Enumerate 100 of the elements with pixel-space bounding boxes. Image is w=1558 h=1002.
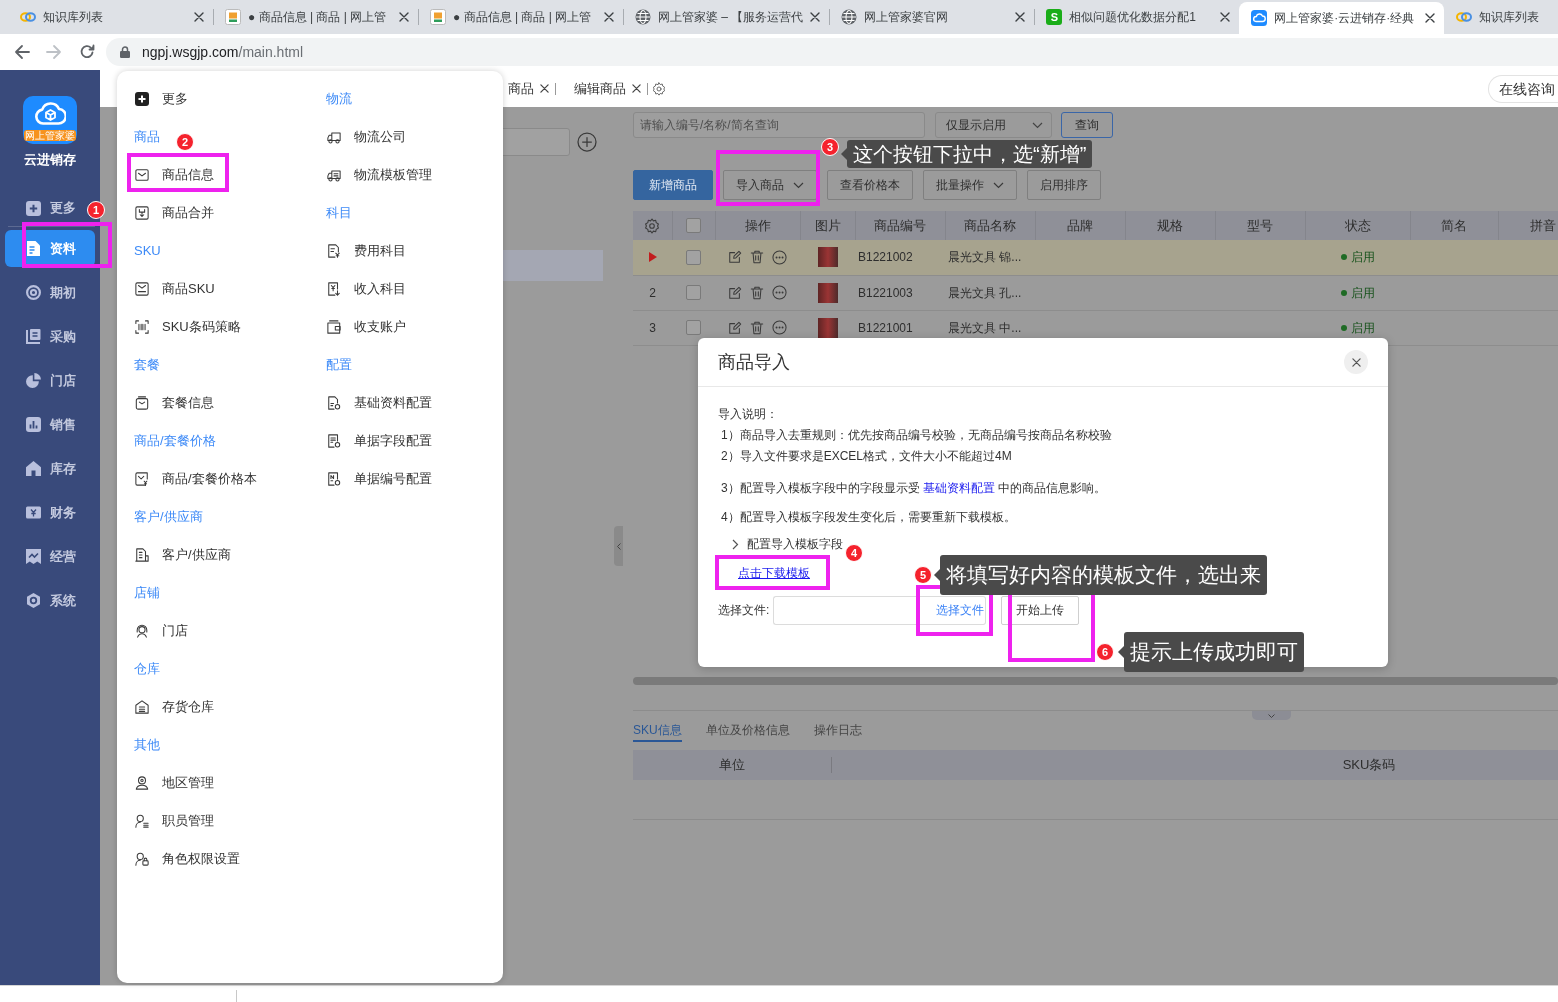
sidebar-item[interactable]: 销售 bbox=[5, 406, 95, 443]
menu-item[interactable]: 客户/供应商 bbox=[134, 543, 231, 567]
more-icon[interactable] bbox=[772, 285, 787, 300]
app-tab[interactable]: 编辑商品 bbox=[571, 78, 641, 99]
price-box-icon bbox=[135, 472, 149, 486]
expander-toggle[interactable]: 配置导入模板字段 bbox=[732, 534, 843, 555]
menu-item[interactable]: 收入科目 bbox=[326, 277, 406, 301]
sidebar-item[interactable]: 库存 bbox=[5, 450, 95, 487]
sidebar-item[interactable]: 期初 bbox=[5, 274, 95, 311]
close-icon[interactable] bbox=[194, 12, 204, 22]
menu-item[interactable]: 门店 bbox=[134, 619, 188, 643]
close-icon[interactable] bbox=[1015, 12, 1026, 22]
close-icon[interactable] bbox=[1220, 12, 1231, 22]
back-arrow-icon[interactable] bbox=[14, 44, 30, 60]
edit-icon[interactable] bbox=[728, 320, 742, 335]
browser-tab[interactable]: 网上管家婆 – 【服务运营代 bbox=[623, 0, 830, 34]
menu-item[interactable]: 商品合并 bbox=[134, 201, 214, 225]
toolbar-button[interactable]: 导入商品 bbox=[723, 170, 817, 200]
menu-item[interactable]: 物流模板管理 bbox=[326, 163, 432, 187]
browser-tab[interactable]: ● 商品信息 | 商品 | 网上管 bbox=[213, 0, 418, 34]
toolbar-button[interactable]: 启用排序 bbox=[1027, 170, 1101, 200]
close-icon[interactable] bbox=[604, 12, 614, 22]
person-list-icon bbox=[135, 814, 149, 828]
browser-tab[interactable]: 知识库列表 bbox=[1444, 0, 1558, 34]
sidebar-item[interactable]: 门店 bbox=[5, 362, 95, 399]
header-checkbox[interactable] bbox=[686, 218, 701, 233]
menu-item[interactable]: 更多 bbox=[134, 87, 188, 111]
more-icon[interactable] bbox=[772, 320, 787, 335]
online-help-button[interactable]: 在线咨询 bbox=[1488, 74, 1558, 103]
browser-tab[interactable]: 知识库列表 bbox=[8, 0, 213, 34]
menu-group-title: 其他 bbox=[134, 736, 160, 755]
query-button[interactable]: 查询 bbox=[1061, 112, 1113, 138]
menu-item[interactable]: 费用科目 bbox=[326, 239, 406, 263]
collapse-handle[interactable] bbox=[614, 526, 623, 566]
toolbar-button[interactable]: 查看价格本 bbox=[827, 170, 913, 200]
close-icon[interactable] bbox=[632, 84, 641, 93]
globe-icon bbox=[635, 9, 651, 25]
menu-item[interactable]: 商品/套餐价格本 bbox=[134, 467, 257, 491]
toolbar-button[interactable]: 批量操作 bbox=[923, 170, 1017, 200]
menu-item[interactable]: 套餐信息 bbox=[134, 391, 214, 415]
settings-icon[interactable] bbox=[652, 81, 666, 96]
sidebar-item[interactable]: 系统 bbox=[5, 582, 95, 619]
table-row[interactable]: B1221002 晨光文具 锦... 启用 bbox=[633, 240, 1558, 275]
settings-icon[interactable] bbox=[644, 217, 661, 234]
edit-icon[interactable] bbox=[728, 285, 742, 300]
menu-item[interactable]: 角色权限设置 bbox=[134, 847, 240, 871]
browser-tab[interactable]: 网上管家婆官网 bbox=[829, 0, 1035, 34]
cloud-cube-icon bbox=[34, 100, 66, 127]
menu-item[interactable]: 商品SKU bbox=[134, 277, 215, 301]
trash-icon[interactable] bbox=[750, 250, 764, 265]
close-icon[interactable] bbox=[540, 84, 549, 93]
sidebar-item[interactable]: 财务 bbox=[5, 494, 95, 531]
close-icon[interactable] bbox=[1425, 13, 1436, 23]
expand-handle[interactable] bbox=[1252, 711, 1291, 720]
edit-icon[interactable] bbox=[728, 250, 742, 265]
toolbar-button[interactable]: 新增商品 bbox=[633, 170, 713, 200]
table-row[interactable]: 2 B1221003 晨光文具 孔... 启用 bbox=[633, 275, 1558, 310]
upload-button[interactable]: 开始上传 bbox=[1001, 596, 1079, 625]
menu-item[interactable]: 单据编号配置 bbox=[326, 467, 432, 491]
menu-item[interactable]: 基础资料配置 bbox=[326, 391, 432, 415]
download-template-link[interactable]: 点击下载模板 bbox=[738, 563, 810, 584]
chevron-right-icon bbox=[732, 539, 739, 550]
close-button[interactable] bbox=[1344, 350, 1368, 374]
browser-tab[interactable]: 网上管家婆·云进销存·经典 bbox=[1239, 2, 1445, 34]
browser-tab[interactable]: ● 商品信息 | 商品 | 网上管 bbox=[418, 0, 623, 34]
menu-item[interactable]: 物流公司 bbox=[326, 125, 406, 149]
menu-item[interactable]: 存货仓库 bbox=[134, 695, 214, 719]
row-checkbox[interactable] bbox=[686, 320, 701, 335]
menu-item[interactable]: 商品信息 bbox=[134, 163, 214, 187]
filter-select[interactable]: 仅显示启用 bbox=[935, 112, 1052, 138]
status-text: 启用 bbox=[1350, 284, 1375, 302]
browser-tab[interactable]: S 相似问题优化数据分配1 bbox=[1034, 0, 1240, 34]
horizontal-scrollbar[interactable] bbox=[633, 677, 1558, 685]
favicon-letter: S bbox=[1046, 9, 1063, 25]
menu-item[interactable]: 收支账户 bbox=[326, 315, 406, 339]
sidebar-item[interactable]: 经营 bbox=[5, 538, 95, 575]
callout-tooltip: 这个按钮下拉中，选“新增” bbox=[841, 140, 1093, 168]
reload-icon[interactable] bbox=[79, 44, 95, 60]
search-field[interactable]: 请输入编号/名称/简名查询 bbox=[633, 112, 925, 138]
detail-tab[interactable]: 单位及价格信息 bbox=[705, 720, 790, 742]
config-link[interactable]: 基础资料配置 bbox=[923, 481, 995, 495]
trash-icon[interactable] bbox=[750, 285, 764, 300]
address-field[interactable]: ngpj.wsgjp.com/main.html bbox=[106, 38, 1558, 66]
sidebar-item[interactable]: 更多 bbox=[5, 196, 81, 220]
menu-group-title: 配置 bbox=[326, 356, 352, 375]
row-checkbox[interactable] bbox=[686, 285, 701, 300]
menu-item[interactable]: 地区管理 bbox=[134, 771, 214, 795]
row-checkbox[interactable] bbox=[686, 249, 701, 265]
menu-item[interactable]: 职员管理 bbox=[134, 809, 214, 833]
menu-item[interactable]: 单据字段配置 bbox=[326, 429, 432, 453]
sidebar-item[interactable]: 采购 bbox=[5, 318, 95, 355]
detail-tab[interactable]: 操作日志 bbox=[813, 720, 862, 742]
truck-icon bbox=[327, 130, 341, 144]
close-icon[interactable] bbox=[810, 12, 821, 22]
close-icon[interactable] bbox=[399, 12, 409, 22]
menu-item[interactable]: SKU条码策略 bbox=[134, 315, 241, 339]
add-icon[interactable] bbox=[577, 132, 597, 152]
app-tab[interactable]: 商品 bbox=[505, 78, 549, 99]
more-icon[interactable] bbox=[772, 249, 787, 265]
trash-icon[interactable] bbox=[750, 320, 764, 335]
